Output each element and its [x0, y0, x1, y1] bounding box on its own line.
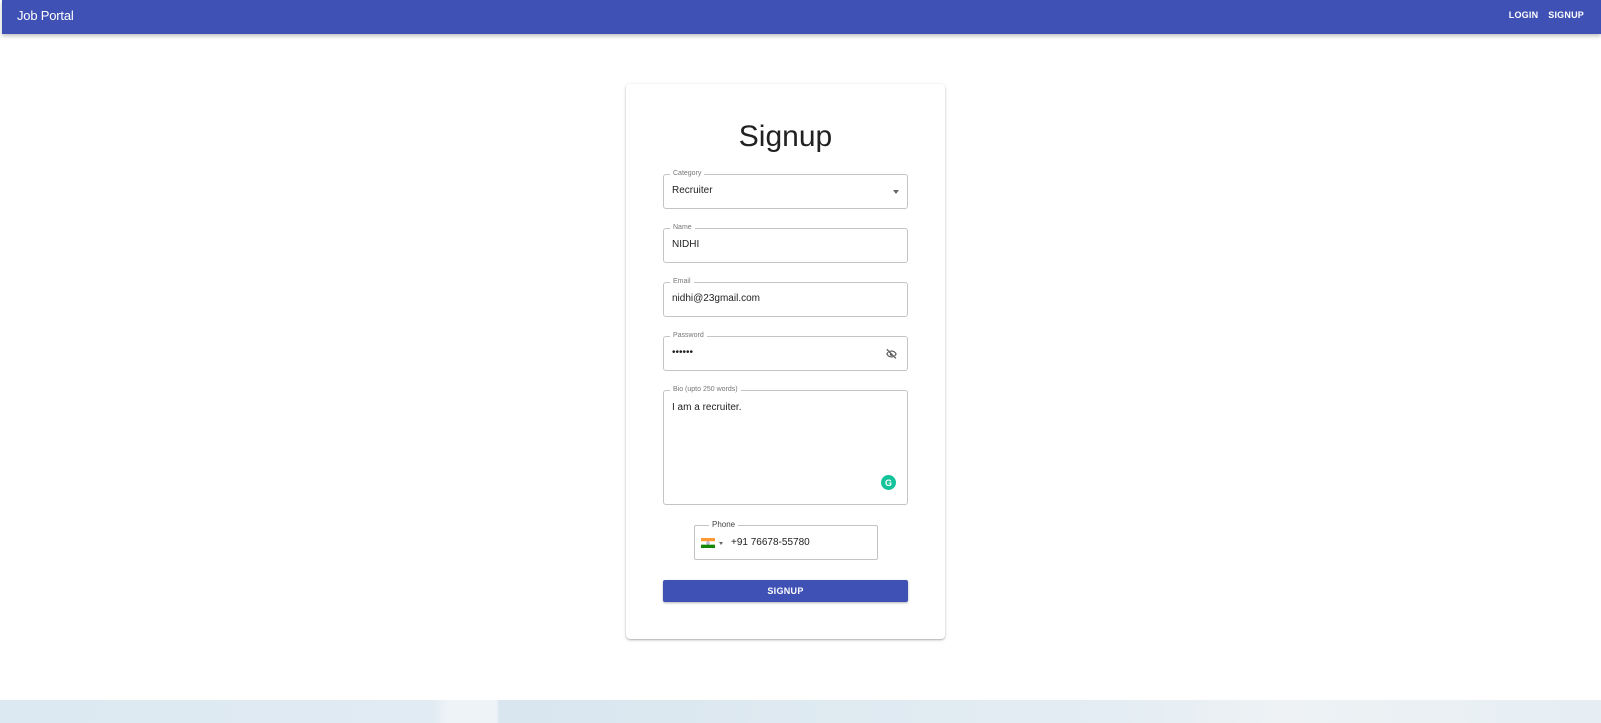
password-label: Password [670, 331, 707, 341]
page-title: Signup [738, 120, 833, 153]
grammarly-icon[interactable]: G [881, 475, 896, 490]
app-bar: Job Portal LOGIN SIGNUP [2, 0, 1601, 34]
eye-off-icon[interactable] [884, 347, 899, 361]
bio-value[interactable]: I am a recruiter. [672, 402, 741, 413]
password-field[interactable]: Password •••••• [663, 331, 908, 371]
name-field[interactable]: Name NIDHI [663, 223, 908, 263]
email-label: Email [670, 277, 694, 287]
signup-card: Signup Category Recruiter Name NIDHI Ema… [626, 84, 945, 639]
country-caret-icon[interactable] [719, 542, 723, 545]
caret-down-icon[interactable] [893, 190, 899, 194]
signup-nav-button[interactable]: SIGNUP [1548, 10, 1584, 20]
signup-submit-button[interactable]: SIGNUP [663, 580, 908, 602]
bio-label: Bio (upto 250 words) [670, 385, 741, 395]
category-value: Recruiter [672, 185, 713, 196]
nav-buttons: LOGIN SIGNUP [1509, 10, 1584, 20]
category-label: Category [670, 169, 705, 179]
phone-label: Phone [709, 520, 739, 530]
india-flag-icon[interactable] [701, 538, 715, 548]
name-label: Name [670, 223, 695, 233]
category-select[interactable]: Category Recruiter [663, 169, 908, 209]
phone-value[interactable]: +91 76678-55780 [731, 537, 810, 548]
email-field[interactable]: Email nidhi@23gmail.com [663, 277, 908, 317]
password-value[interactable]: •••••• [672, 347, 693, 358]
login-button[interactable]: LOGIN [1509, 10, 1539, 20]
brand-title[interactable]: Job Portal [17, 8, 74, 23]
taskbar-strip [0, 700, 1601, 723]
email-value[interactable]: nidhi@23gmail.com [672, 293, 760, 304]
phone-input[interactable]: Phone +91 76678-55780 [694, 520, 878, 560]
bio-textarea[interactable]: Bio (upto 250 words) I am a recruiter. G [663, 385, 908, 505]
name-value[interactable]: NIDHI [672, 239, 699, 250]
